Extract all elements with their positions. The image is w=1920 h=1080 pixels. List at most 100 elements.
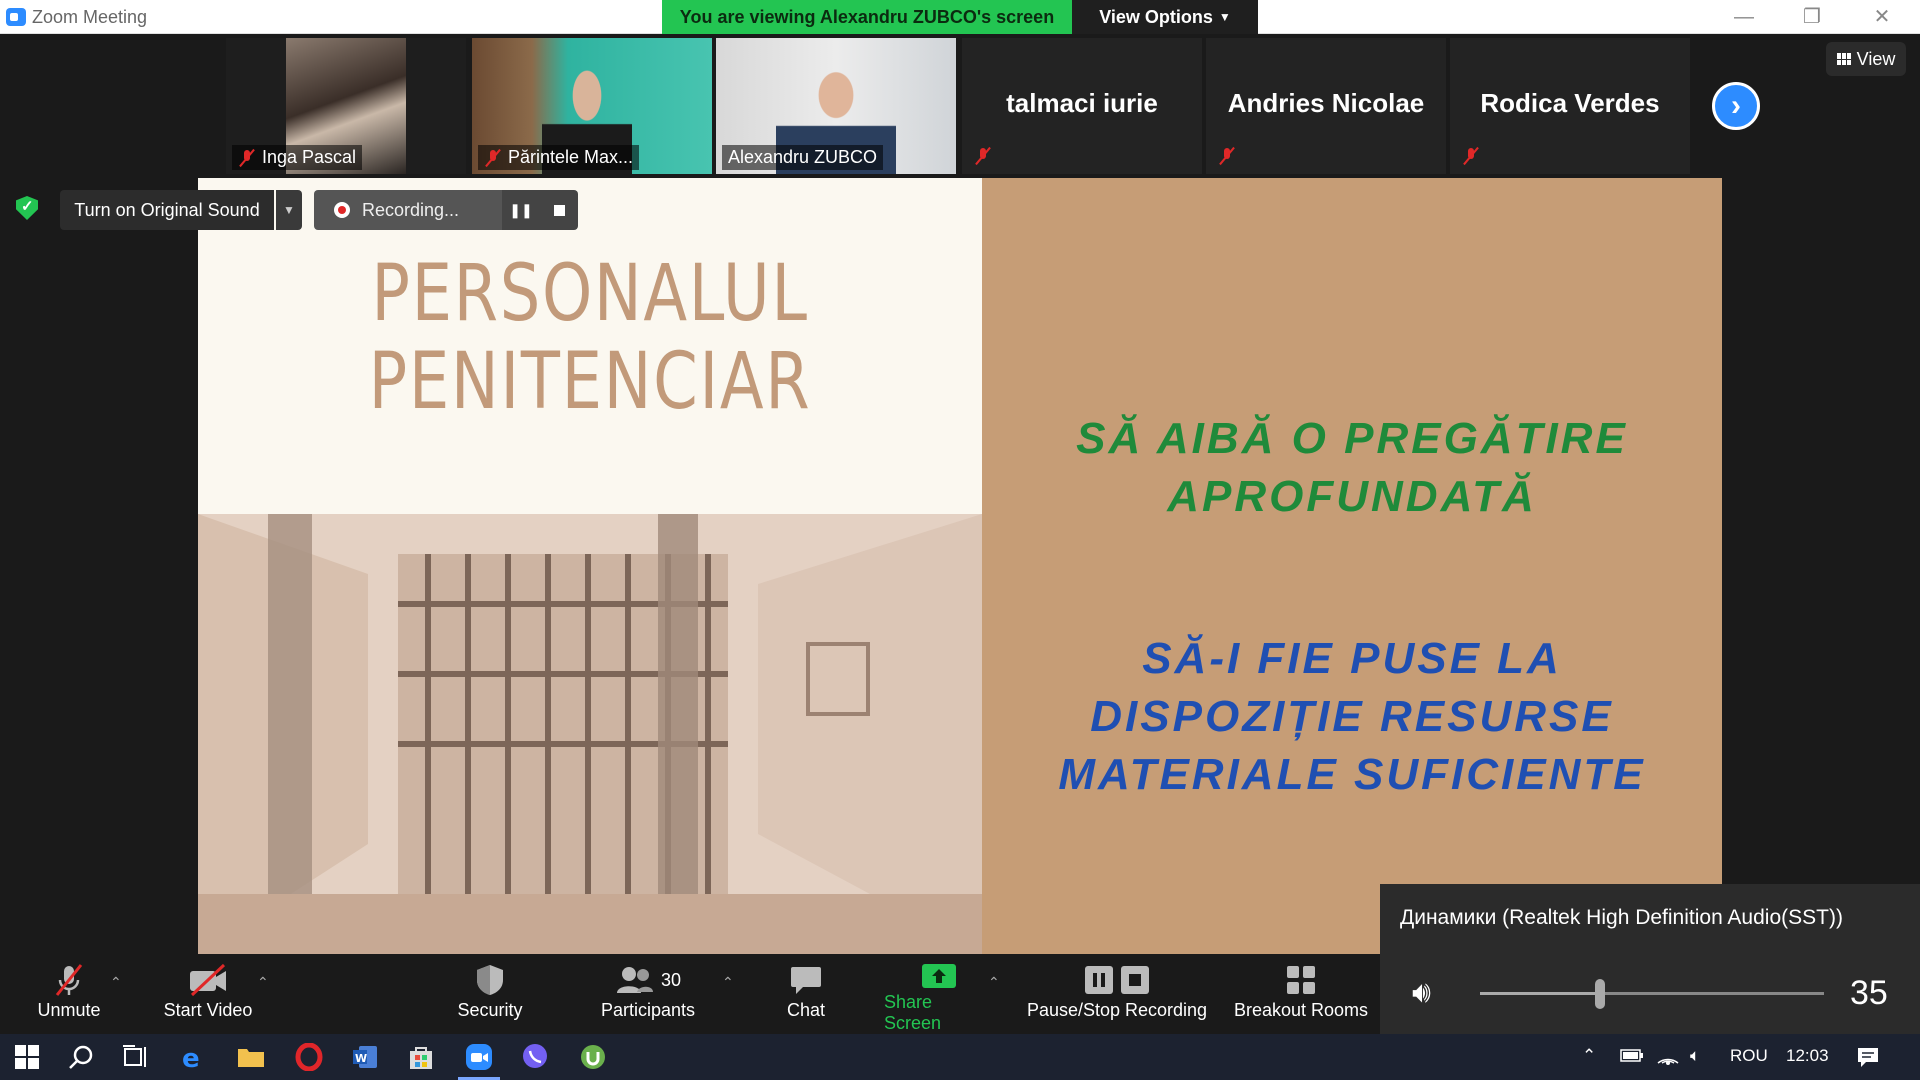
muted-mic-icon [974, 147, 992, 170]
slide-point-training: SĂ AIBĂ O PREGĂTIRE APROFUNDATĂ [982, 410, 1722, 526]
participants-label: Participants [600, 1000, 696, 1020]
participant-strip: Inga Pascal Părintele Max... Alexandru Z… [0, 34, 1920, 178]
security-label: Security [457, 1000, 523, 1020]
encryption-shield-icon[interactable] [16, 196, 38, 220]
participants-count: 30 [660, 969, 682, 990]
volume-slider-thumb[interactable] [1595, 979, 1606, 1009]
original-sound-button[interactable]: Turn on Original Sound [60, 190, 274, 230]
slide-content-panel: SĂ AIBĂ O PREGĂTIRE APROFUNDATĂ SĂ-I FIE… [982, 178, 1722, 954]
file-explorer-icon[interactable] [236, 1042, 266, 1072]
participant-label: Inga Pascal [232, 145, 363, 170]
video-options-caret[interactable]: ⌃ [257, 974, 269, 991]
slide-text-line: SĂ-I FIE PUSE LA [1142, 634, 1562, 683]
slide-point-resources: SĂ-I FIE PUSE LA DISPOZIȚIE RESURSE MATE… [982, 630, 1722, 804]
muted-mic-icon [238, 149, 256, 167]
muted-mic-icon [51, 960, 87, 1000]
language-indicator[interactable]: ROU [1730, 1046, 1768, 1066]
windows-start-icon[interactable] [12, 1042, 42, 1072]
participant-name: Rodica Verdes [1480, 88, 1660, 118]
people-icon [616, 967, 653, 993]
volume-value: 35 [1850, 974, 1888, 1012]
share-screen-label: Share Screen [884, 992, 942, 1033]
prison-corridor-drawing [198, 514, 982, 954]
slide-text-line: MATERIALE SUFICIENTE [1058, 750, 1646, 799]
original-sound-dropdown[interactable]: ▼ [276, 190, 302, 230]
viber-app-icon[interactable] [520, 1042, 550, 1072]
participant-tile[interactable]: Andries Nicolae [1206, 38, 1446, 174]
close-button[interactable]: ✕ [1862, 4, 1902, 30]
viewing-screen-banner: You are viewing Alexandru ZUBCO's screen [662, 0, 1072, 34]
pause-stop-recording-label: Pause/Stop Recording [1026, 1000, 1208, 1020]
view-options-label: View Options [1099, 6, 1213, 27]
audio-device-name[interactable]: Динамики (Realtek High Definition Audio(… [1400, 906, 1843, 930]
participant-name: Părintele Max... [508, 147, 634, 167]
battery-icon[interactable] [1620, 1046, 1644, 1069]
utorrent-app-icon[interactable] [578, 1042, 608, 1072]
minimize-button[interactable]: — [1724, 4, 1764, 30]
pause-stop-recording-button[interactable]: Pause/Stop Recording [1024, 960, 1210, 1030]
speaker-icon[interactable]: 🔊︎ [1412, 976, 1431, 1010]
store-app-icon[interactable] [406, 1042, 436, 1072]
participant-name: Andries Nicolae [1227, 88, 1425, 118]
start-video-button[interactable]: Start Video [158, 960, 258, 1030]
pause-recording-button[interactable]: ❚❚ [502, 190, 540, 230]
participant-tile-active[interactable]: Alexandru ZUBCO [716, 38, 956, 174]
edge-browser-icon[interactable]: e [178, 1042, 208, 1072]
word-app-icon[interactable]: W [350, 1042, 380, 1072]
svg-text:W: W [355, 1052, 367, 1065]
network-wifi-icon[interactable] [1656, 1046, 1680, 1071]
zoom-logo-icon [6, 8, 26, 26]
slide-title-line: PERSONALUL [371, 249, 809, 339]
slide-title: PERSONALUL PENITENCIAR [269, 250, 912, 426]
muted-mic-icon [1462, 147, 1480, 170]
slide-text-line: SĂ AIBĂ O PREGĂTIRE [1076, 414, 1628, 463]
task-view-icon[interactable] [120, 1042, 150, 1072]
participant-tile[interactable]: talmaci iurie [962, 38, 1202, 174]
muted-mic-icon [1218, 147, 1236, 170]
participant-name: Alexandru ZUBCO [728, 147, 878, 167]
stop-icon [1121, 966, 1149, 994]
view-options-button[interactable]: View Options ▼ [1072, 0, 1258, 34]
participant-tile[interactable]: Rodica Verdes [1450, 38, 1690, 174]
stop-recording-button[interactable] [540, 190, 578, 230]
chat-button[interactable]: Chat [776, 960, 836, 1030]
volume-icon[interactable]: 🔈︎ [1690, 1046, 1700, 1066]
pause-icon [1085, 966, 1113, 994]
share-options-caret[interactable]: ⌃ [988, 974, 1000, 991]
recording-label: Recording... [362, 199, 460, 220]
shield-icon [474, 960, 506, 1000]
participant-name: talmaci iurie [1006, 88, 1158, 118]
grid-view-icon [1836, 53, 1851, 65]
clock[interactable]: 12:03 [1786, 1046, 1829, 1066]
chevron-right-icon: › [1731, 89, 1741, 122]
pause-icon: ❚❚ [509, 201, 533, 218]
action-center-icon[interactable] [1856, 1046, 1880, 1073]
participant-tile[interactable]: Părintele Max... [472, 38, 712, 174]
view-button[interactable]: View [1826, 42, 1906, 76]
breakout-rooms-label: Breakout Rooms [1233, 1000, 1369, 1020]
participant-name: Inga Pascal [262, 147, 357, 167]
next-page-button[interactable]: › [1712, 82, 1760, 130]
unmute-button[interactable]: Unmute [34, 960, 104, 1030]
windows-taskbar: e W ⌃ 🔈︎ ROU 12:03 [0, 1034, 1920, 1080]
prison-corridor-image [198, 514, 982, 954]
breakout-rooms-icon [1285, 960, 1317, 1000]
security-button[interactable]: Security [450, 960, 530, 1030]
participants-button[interactable]: 30 Participants [596, 960, 700, 1030]
share-screen-button[interactable]: Share Screen [884, 960, 994, 1033]
participant-label: Părintele Max... [478, 145, 640, 170]
participants-options-caret[interactable]: ⌃ [722, 974, 734, 991]
audio-options-caret[interactable]: ⌃ [110, 974, 122, 991]
window-title: Zoom Meeting [32, 7, 148, 27]
chat-bubble-icon [789, 960, 823, 1000]
restore-button[interactable]: ❐ [1792, 4, 1832, 30]
zoom-app-icon[interactable] [458, 1042, 500, 1080]
opera-browser-icon[interactable] [294, 1042, 324, 1072]
start-video-label: Start Video [163, 1000, 253, 1020]
slide-text-line: DISPOZIȚIE RESURSE [1090, 692, 1614, 741]
search-icon[interactable] [66, 1042, 96, 1072]
breakout-rooms-button[interactable]: Breakout Rooms [1230, 960, 1372, 1030]
recording-controls-icon-group [1084, 960, 1150, 1000]
participant-tile[interactable]: Inga Pascal [226, 38, 466, 174]
show-hidden-icons-button[interactable]: ⌃ [1582, 1046, 1596, 1066]
